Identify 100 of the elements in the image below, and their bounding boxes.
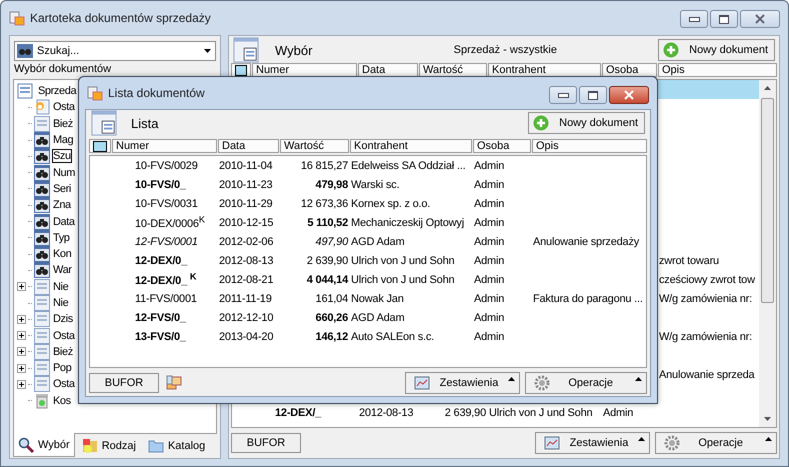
tree-item[interactable]: Zna <box>52 198 72 212</box>
scroll-down-icon[interactable] <box>764 417 771 421</box>
table-cell: Admin <box>474 236 504 248</box>
operations-button[interactable]: Operacje <box>525 372 647 394</box>
close-button[interactable] <box>609 86 649 104</box>
tab[interactable]: Katalog <box>142 434 210 458</box>
tree-item[interactable]: Mag <box>52 133 74 148</box>
minimize-button[interactable] <box>549 86 577 104</box>
table-row[interactable]: 12-DEX/_ 2012-08-13 2 639,90 Ulrich von J und Sohn Admin <box>232 403 759 422</box>
table-cell: Admin <box>474 312 504 324</box>
panel-heading: Lista <box>131 116 158 130</box>
tree-item[interactable]: Dzis <box>52 312 74 326</box>
column-header[interactable]: Osoba <box>473 139 531 153</box>
tree-item[interactable]: Osta <box>52 377 76 392</box>
tree-item[interactable]: Szu <box>52 149 72 164</box>
table-cell: 2012-12-10 <box>219 312 274 324</box>
scrollbar[interactable] <box>759 80 776 427</box>
list-icon <box>34 360 50 376</box>
reports-button[interactable]: Zestawienia <box>534 432 650 454</box>
close-button[interactable] <box>740 10 780 28</box>
tree-item[interactable]: Nie <box>52 280 70 294</box>
bufor-button[interactable]: BUFOR <box>89 373 159 393</box>
table-row[interactable]: 10-FVS/0_ 2010-11-23 479,98 Warski sc. Admin <box>90 175 646 194</box>
column-header[interactable]: Opis <box>658 63 777 77</box>
tree-item[interactable]: Typ <box>52 230 71 245</box>
new-document-button[interactable]: Nowy dokument <box>528 112 645 134</box>
table-row[interactable]: 12-DEX/0_ $^{K}$ 2012-08-21 4 044,14 Ulrich von J und Sohn Admin <box>90 270 646 289</box>
bufor-button[interactable]: BUFOR <box>231 433 301 453</box>
binoculars-icon <box>34 148 50 164</box>
expand-toggle[interactable] <box>16 331 26 340</box>
column-header[interactable]: Osoba <box>602 63 657 77</box>
column-header[interactable]: Numer <box>112 139 217 153</box>
table-cell: Admin <box>474 292 504 304</box>
table-row[interactable]: 12-FVS/0_ 2012-12-10 660,26 AGD Adam Admin <box>90 308 646 327</box>
maximize-button[interactable] <box>579 86 607 104</box>
table-row[interactable]: 12-DEX/0_ 2012-08-13 2 639,90 Ulrich von J und Sohn Admin <box>90 251 646 270</box>
caret-icon <box>638 437 646 441</box>
binoculars-icon <box>34 262 50 278</box>
tree-item[interactable]: Pop <box>52 361 72 376</box>
list-icon <box>34 295 50 311</box>
table-cell: AGD Adam <box>351 236 404 248</box>
select-all-checkbox[interactable] <box>235 64 247 76</box>
tree-item[interactable]: Nie <box>52 296 70 310</box>
tree-item[interactable]: Sprzeda <box>37 84 78 98</box>
close-icon <box>754 14 766 24</box>
column-header[interactable]: Kontrahent <box>350 139 472 153</box>
tree-item[interactable]: Seri <box>52 182 72 196</box>
column-header[interactable]: Wartość <box>419 63 487 77</box>
tab[interactable]: Rodzaj <box>76 434 141 458</box>
tree-item[interactable]: Osta <box>52 100 76 114</box>
tree-item[interactable]: Bież <box>52 344 74 359</box>
table-cell: Faktura do paragonu ... <box>533 292 643 304</box>
expand-toggle[interactable] <box>16 282 26 292</box>
table-cell: Ulrich von J und Sohn <box>351 274 454 286</box>
search-dropdown[interactable]: Szukaj... <box>14 41 216 61</box>
tree-item[interactable]: Num <box>52 166 76 180</box>
table-cell: 2012-08-21 <box>219 274 274 286</box>
column-header[interactable]: Data <box>218 139 279 153</box>
expand-toggle[interactable] <box>16 314 26 324</box>
tree-item[interactable]: War <box>52 263 73 278</box>
tree-item[interactable]: Kos <box>52 394 72 408</box>
expand-toggle[interactable] <box>16 347 26 356</box>
minimize-button[interactable] <box>680 10 708 28</box>
column-header[interactable]: Wartość <box>280 139 349 153</box>
table-cell: Ulrich von J und Sohn <box>489 406 592 418</box>
column-header[interactable]: Kontrahent <box>488 63 601 77</box>
table-cell: 2010-11-04 <box>219 160 272 172</box>
tab[interactable]: Wybór <box>13 433 75 457</box>
table-row[interactable]: 11-FVS/0001 2011-11-19 161,04 Nowak Jan Admin Faktura do paragonu ... <box>90 289 646 308</box>
table-row[interactable]: 13-FVS/0_ 2013-04-20 146,12 Auto SALEon s.c. Admin <box>90 327 646 346</box>
tree-item[interactable]: Kon <box>52 247 72 262</box>
scroll-up-icon[interactable] <box>764 86 771 90</box>
binoculars-icon <box>34 246 50 262</box>
dropdown-arrow-icon <box>204 49 211 53</box>
table-cell: Mechaniczeskij Optowyj <box>351 216 464 228</box>
new-document-button[interactable]: Nowy dokument <box>658 39 775 61</box>
table-cell: Kornex sp. z o.o. <box>351 198 430 210</box>
table-row[interactable]: 12-FVS/0001 2012-02-06 497,90 AGD Adam Admin Anulowanie sprzedaży <box>90 232 646 251</box>
column-header[interactable]: Opis <box>532 139 647 153</box>
column-header[interactable]: Numer <box>252 63 357 77</box>
table-cell: 12-DEX/0_ <box>135 254 188 266</box>
table-cell: 13-FVS/0_ <box>135 330 186 342</box>
select-all-checkbox[interactable] <box>93 140 107 152</box>
tree-item[interactable]: Bież <box>52 116 74 131</box>
column-header[interactable]: Data <box>358 63 418 77</box>
expand-toggle[interactable] <box>16 364 26 373</box>
tree-item[interactable]: Data <box>52 214 76 229</box>
maximize-button[interactable] <box>710 10 738 28</box>
table-cell: 2013-04-20 <box>219 330 274 342</box>
table-cell: 660,26 <box>316 312 348 324</box>
plus-icon <box>663 42 680 58</box>
operations-button[interactable]: Operacje <box>655 432 777 454</box>
reports-button[interactable]: Zestawienia <box>404 372 520 394</box>
scroll-thumb[interactable] <box>761 98 774 303</box>
table-row[interactable]: 10-FVS/0029 2010-11-04 16 815,27 Edelweiss SA Oddział ... Admin <box>90 156 646 175</box>
boxes-icon <box>166 375 182 391</box>
tree-item[interactable]: Osta <box>52 328 76 343</box>
expand-toggle[interactable] <box>16 380 26 389</box>
table-row[interactable]: 10-FVS/0031 2010-11-29 12 673,36 Kornex sp. z o.o. Admin <box>90 194 646 213</box>
table-row[interactable]: 10-DEX/0006$^{K}$ 2010-12-15 5 110,52 Mechaniczeskij Optowyj Admin <box>90 213 646 232</box>
